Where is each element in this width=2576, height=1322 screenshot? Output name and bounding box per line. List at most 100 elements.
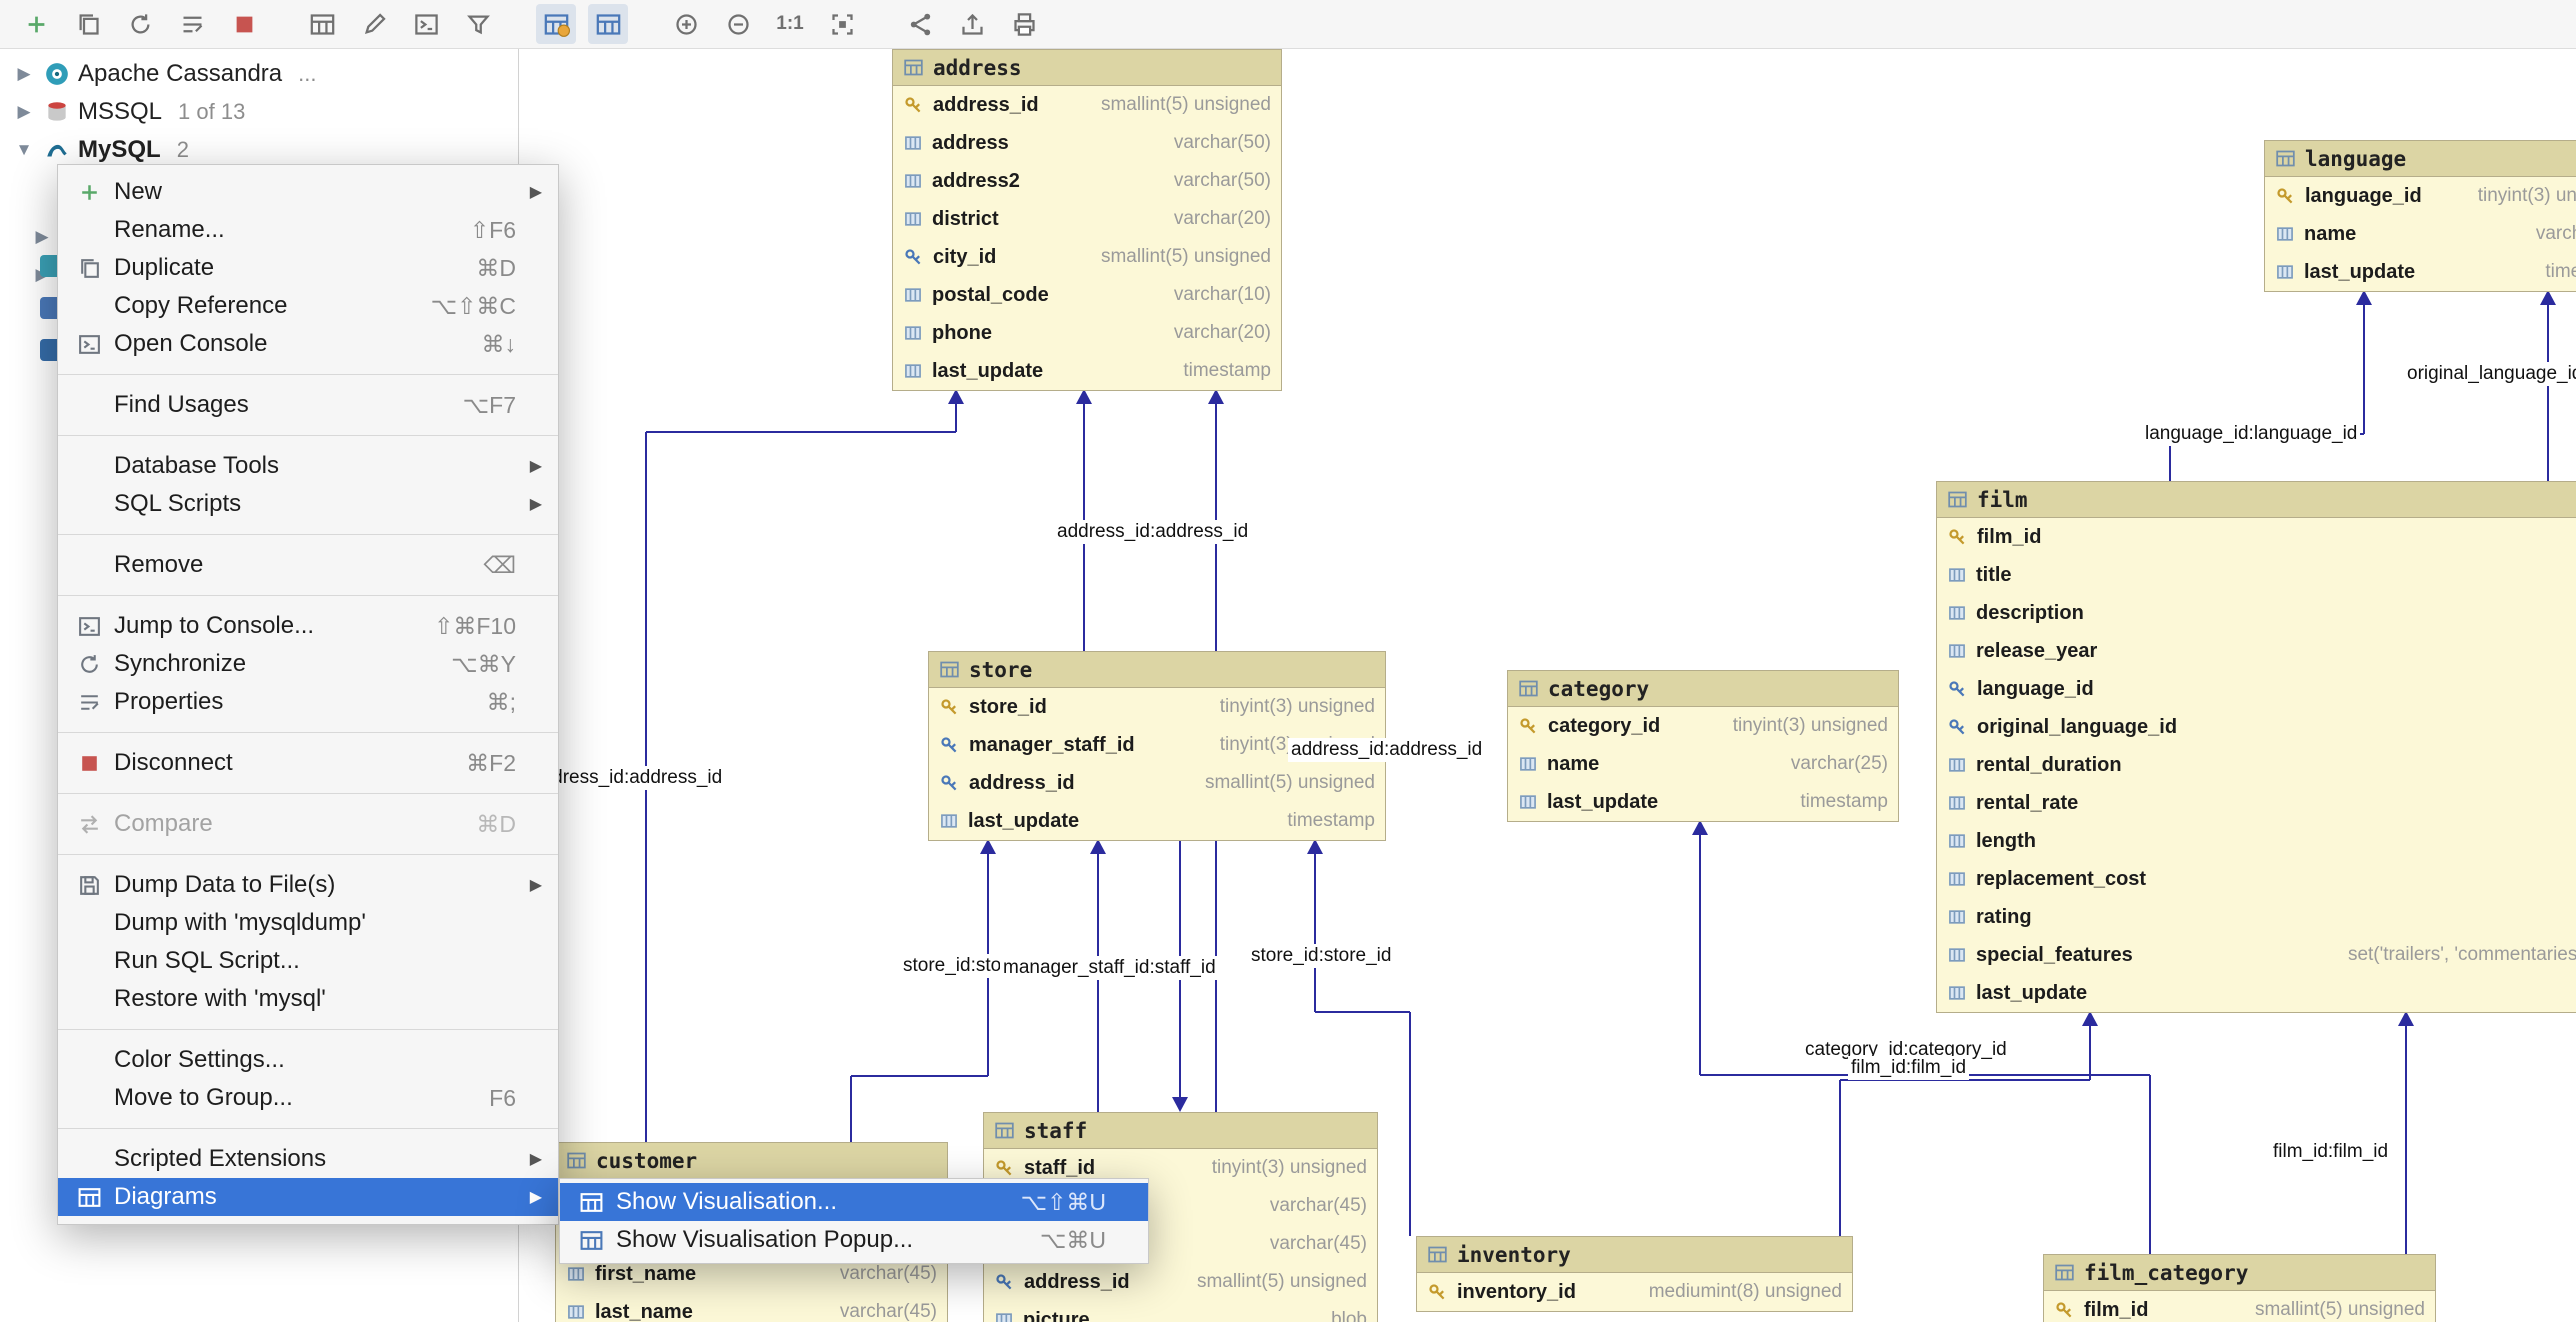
tree-item-mssql[interactable]: ▶ MSSQL 1 of 13 xyxy=(0,93,518,131)
table-header[interactable]: inventory xyxy=(1417,1237,1852,1273)
menu-item-diagrams[interactable]: Diagrams ▶ xyxy=(58,1178,558,1216)
data-source-properties-icon[interactable] xyxy=(172,4,212,44)
table-column-row[interactable]: film_id smallint(5) unsigned xyxy=(2044,1291,2435,1322)
table-column-row[interactable]: length xyxy=(1937,822,2576,860)
chevron-down-icon[interactable]: ▼ xyxy=(12,140,36,160)
table-column-row[interactable]: last_update timestamp xyxy=(1508,783,1898,821)
fit-content-icon[interactable] xyxy=(822,4,862,44)
menu-item-rename[interactable]: Rename... ⇧F6 xyxy=(58,211,558,249)
table-column-row[interactable]: last_update timestamp xyxy=(2265,253,2576,291)
stop-icon[interactable] xyxy=(224,4,264,44)
table-header[interactable]: film_category xyxy=(2044,1255,2435,1291)
diagram-table-language[interactable]: language language_id tinyint(3) unsigned na… xyxy=(2264,140,2576,292)
table-column-row[interactable]: last_name varchar(45) xyxy=(556,1293,947,1322)
table-icon[interactable] xyxy=(302,4,342,44)
table-column-row[interactable]: address2 varchar(50) xyxy=(893,162,1281,200)
menu-item-show-visualisation-popup[interactable]: Show Visualisation Popup... ⌥⌘U xyxy=(560,1221,1148,1259)
menu-item-disconnect[interactable]: Disconnect ⌘F2 xyxy=(58,744,558,782)
table-column-row[interactable]: language_id tinyint(3) unsigned xyxy=(2265,177,2576,215)
table-column-row[interactable]: address varchar(50) xyxy=(893,124,1281,162)
menu-item-copy-reference[interactable]: Copy Reference ⌥⇧⌘C xyxy=(58,287,558,325)
table-column-row[interactable]: address_id smallint(5) unsigned xyxy=(984,1263,1377,1301)
print-icon[interactable] xyxy=(1004,4,1044,44)
diagram-table-address[interactable]: address address_id smallint(5) unsigned add… xyxy=(892,49,1282,391)
diagram-icon[interactable] xyxy=(536,4,576,44)
table-column-row[interactable]: original_language_id xyxy=(1937,708,2576,746)
table-column-row[interactable]: store_id tinyint(3) unsigned xyxy=(929,688,1385,726)
table-header[interactable]: language xyxy=(2265,141,2576,177)
table-column-row[interactable]: rental_duration xyxy=(1937,746,2576,784)
table-header[interactable]: store xyxy=(929,652,1385,688)
table-column-row[interactable]: name varchar(25) xyxy=(1508,745,1898,783)
zoom-out-icon[interactable] xyxy=(718,4,758,44)
table-header[interactable]: category xyxy=(1508,671,1898,707)
menu-item-remove[interactable]: Remove ⌫ xyxy=(58,546,558,584)
share-icon[interactable] xyxy=(900,4,940,44)
table-column-row[interactable]: last_update timestamp xyxy=(893,352,1281,390)
menu-item-restore-with-mysql[interactable]: Restore with 'mysql' xyxy=(58,980,558,1018)
tree-item-apache-cassandra[interactable]: ▶ Apache Cassandra... xyxy=(0,55,518,93)
filter-icon[interactable] xyxy=(458,4,498,44)
menu-item-sql-scripts[interactable]: SQL Scripts ▶ xyxy=(58,485,558,523)
table-column-row[interactable]: language_id xyxy=(1937,670,2576,708)
table-column-row[interactable]: replacement_cost xyxy=(1937,860,2576,898)
menu-item-duplicate[interactable]: Duplicate ⌘D xyxy=(58,249,558,287)
menu-separator xyxy=(58,534,558,535)
export-icon[interactable] xyxy=(952,4,992,44)
diagram-table-film[interactable]: film film_id title description release_year l… xyxy=(1936,481,2576,1013)
table-header[interactable]: address xyxy=(893,50,1281,86)
diagram-table-category[interactable]: category category_id tinyint(3) unsigned na… xyxy=(1507,670,1899,822)
table-column-row[interactable]: release_year xyxy=(1937,632,2576,670)
chevron-right-icon[interactable]: ▶ xyxy=(12,102,36,122)
table-column-row[interactable]: inventory_id mediumint(8) unsigned xyxy=(1417,1273,1852,1311)
menu-item-find-usages[interactable]: Find Usages ⌥F7 xyxy=(58,386,558,424)
menu-item-run-sql-script[interactable]: Run SQL Script... xyxy=(58,942,558,980)
menu-item-scripted-extensions[interactable]: Scripted Extensions ▶ xyxy=(58,1140,558,1178)
table-header[interactable]: customer xyxy=(556,1143,947,1179)
menu-item-open-console[interactable]: Open Console ⌘↓ xyxy=(58,325,558,363)
menu-item-move-to-group[interactable]: Move to Group... F6 xyxy=(58,1079,558,1117)
table-column-row[interactable]: phone varchar(20) xyxy=(893,314,1281,352)
table-column-row[interactable]: title xyxy=(1937,556,2576,594)
table-column-row[interactable]: special_features set('trailers', 'comment… xyxy=(1937,936,2576,974)
diagram-table-inventory[interactable]: inventory inventory_id mediumint(8) unsign… xyxy=(1416,1236,1853,1312)
table-column-row[interactable]: rental_rate xyxy=(1937,784,2576,822)
menu-item-dump-with-mysqldump[interactable]: Dump with 'mysqldump' xyxy=(58,904,558,942)
table-column-row[interactable]: last_update xyxy=(1937,974,2576,1012)
table-header[interactable]: film xyxy=(1937,482,2576,518)
zoom-in-icon[interactable] xyxy=(666,4,706,44)
edit-icon[interactable] xyxy=(354,4,394,44)
menu-item-new[interactable]: New ▶ xyxy=(58,173,558,211)
refresh-icon[interactable] xyxy=(120,4,160,44)
table-column-row[interactable]: film_id xyxy=(1937,518,2576,556)
copy-icon[interactable] xyxy=(68,4,108,44)
column-name: film_id xyxy=(1977,525,2042,548)
column-icon xyxy=(1947,869,1967,889)
table-column-row[interactable]: category_id tinyint(3) unsigned xyxy=(1508,707,1898,745)
menu-item-synchronize[interactable]: Synchronize ⌥⌘Y xyxy=(58,645,558,683)
table-header[interactable]: staff xyxy=(984,1113,1377,1149)
table-column-row[interactable]: name varchar(20) xyxy=(2265,215,2576,253)
table-column-row[interactable]: description xyxy=(1937,594,2576,632)
menu-item-database-tools[interactable]: Database Tools ▶ xyxy=(58,447,558,485)
actual-size-button[interactable]: 1:1 xyxy=(770,4,810,44)
console-icon[interactable] xyxy=(406,4,446,44)
menu-item-jump-to-console[interactable]: Jump to Console... ⇧⌘F10 xyxy=(58,607,558,645)
diagram-table-film-category[interactable]: film_category film_id smallint(5) unsigned xyxy=(2043,1254,2436,1322)
chevron-right-icon[interactable]: ▶ xyxy=(12,64,36,84)
table-column-row[interactable]: district varchar(20) xyxy=(893,200,1281,238)
table-column-row[interactable]: postal_code varchar(10) xyxy=(893,276,1281,314)
table-column-row[interactable]: ratingenum('G', 'PG', 'PG-13', 'R', 'NC-… xyxy=(1937,898,2576,936)
diagram-popup-icon[interactable] xyxy=(588,4,628,44)
table-column-row[interactable]: address_id smallint(5) unsigned xyxy=(893,86,1281,124)
table-column-row[interactable]: last_update timestamp xyxy=(929,802,1385,840)
menu-item-properties[interactable]: Properties ⌘; xyxy=(58,683,558,721)
add-icon[interactable] xyxy=(16,4,56,44)
table-column-row[interactable]: city_id smallint(5) unsigned xyxy=(893,238,1281,276)
menu-item-show-visualisation[interactable]: Show Visualisation... ⌥⇧⌘U xyxy=(560,1183,1148,1221)
table-column-row[interactable]: address_id smallint(5) unsigned xyxy=(929,764,1385,802)
menu-item-dump-data-to-file-s[interactable]: Dump Data to File(s) ▶ xyxy=(58,866,558,904)
menu-item-color-settings[interactable]: Color Settings... xyxy=(58,1041,558,1079)
tree-stub-expand-icon[interactable]: ▶ xyxy=(30,227,54,247)
table-column-row[interactable]: picture blob xyxy=(984,1301,1377,1322)
